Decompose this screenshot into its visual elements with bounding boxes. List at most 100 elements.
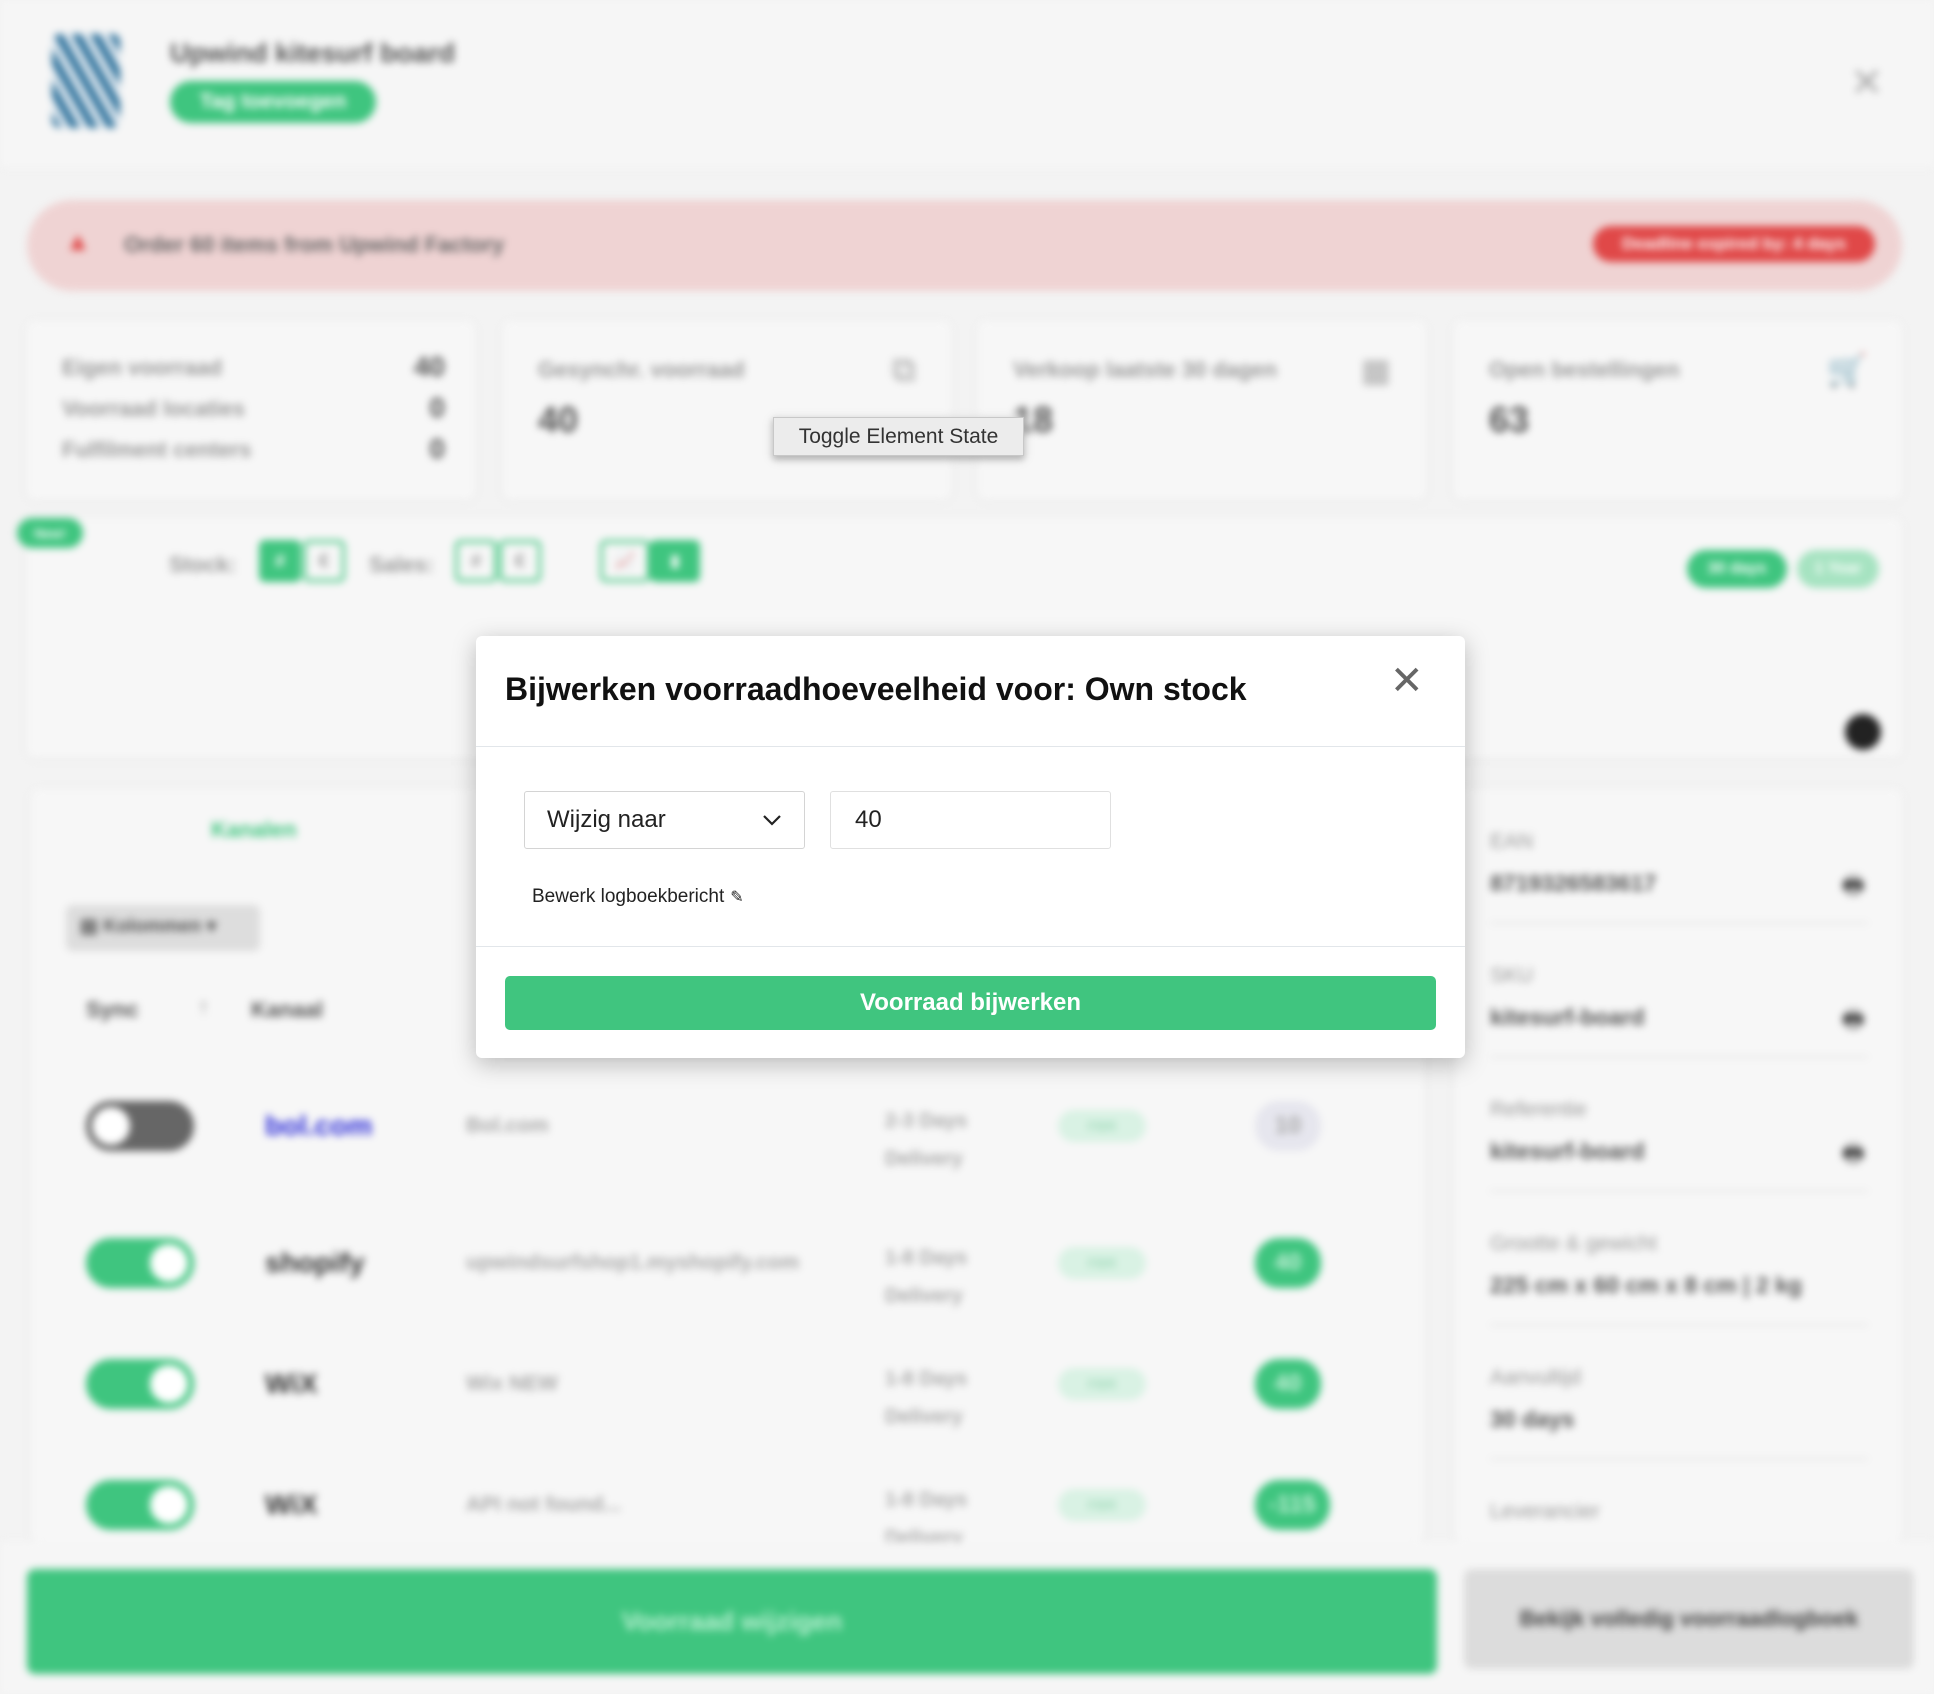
divider — [476, 946, 1465, 947]
tab-kanalen[interactable]: Kanalen — [211, 817, 297, 843]
stock-badge: -115 — [1255, 1480, 1330, 1530]
divider — [1490, 1458, 1868, 1460]
close-icon[interactable]: ✕ — [1390, 658, 1424, 704]
divider — [1490, 922, 1868, 924]
sales-card: Verkoop laatste 30 dagen ▦ 18 — [978, 321, 1426, 500]
calendar-icon: ▦ — [1360, 352, 1391, 388]
sales-count-toggle[interactable]: # — [455, 540, 497, 582]
stat-label: Fulfilment centers — [62, 437, 252, 462]
print-icon[interactable]: 🖶 — [1842, 868, 1865, 909]
channel-logo: bol.com — [265, 1110, 373, 1141]
product-image — [52, 34, 120, 128]
channel-logo: WiX — [265, 1489, 318, 1520]
sync-toggle[interactable] — [86, 1238, 194, 1288]
stat-value: 0 — [429, 433, 445, 464]
stat-label: Gesynchr. voorraad — [538, 357, 745, 382]
stock-badge: 40 — [1255, 1359, 1321, 1409]
chevron-down-icon — [763, 815, 781, 826]
update-stock-modal: Bijwerken voorraadhoeveelheid voor: Own … — [476, 636, 1465, 1058]
deadline-badge: Deadline expired by: 4 days — [1593, 226, 1875, 262]
product-header: Upwind kitesurf board Tag toevoegen ✕ — [0, 0, 1934, 167]
stock-label: Stock: — [169, 552, 237, 577]
edit-log-message-link[interactable]: Bewerk logboekbericht ✎ — [532, 886, 744, 908]
stat-label: Verkoop laatste 30 dagen — [1013, 357, 1278, 382]
update-stock-button[interactable]: Voorraad bijwerken — [505, 976, 1436, 1030]
detail-label: EAN — [1490, 830, 1534, 853]
stat-label: Voorraad locaties — [62, 396, 245, 421]
sales-label: Sales: — [369, 552, 434, 577]
sync-toggle[interactable] — [86, 1101, 194, 1151]
fbr-badge: FBR — [1058, 1368, 1146, 1400]
stock-value-toggle[interactable]: € — [303, 540, 345, 582]
fbr-badge: FBR — [1058, 1247, 1146, 1279]
detail-label: SKU — [1490, 964, 1534, 987]
mode-select[interactable]: Wijzig naar — [524, 791, 805, 849]
stock-log-button[interactable]: Bekijk volledig voorraadlogboek — [1464, 1569, 1914, 1669]
stat-value: 0 — [429, 392, 445, 423]
divider — [1490, 1190, 1868, 1192]
line-chart-toggle[interactable]: 📈 — [600, 540, 650, 582]
own-stock-card: Eigen voorraad 40 Voorraad locaties 0 Fu… — [27, 321, 475, 500]
detail-value: kitesurf-board — [1490, 1004, 1645, 1030]
expand-icon[interactable] — [1845, 714, 1881, 750]
columns-label: Kolommen — [103, 916, 202, 937]
synced-stock-card: Gesynchr. voorraad ⧉ 40 — [503, 321, 951, 500]
stock-count-toggle[interactable]: # — [259, 540, 301, 582]
range-1-year[interactable]: 1 Year — [1797, 550, 1879, 588]
stat-label: Open bestellingen — [1489, 357, 1680, 382]
detail-value: kitesurf-board — [1490, 1138, 1645, 1164]
detail-label: Grootte & gewicht — [1490, 1232, 1657, 1255]
channel-name: Bol.com — [466, 1114, 549, 1137]
detail-label: Aanvultijd — [1490, 1366, 1582, 1389]
close-icon[interactable]: ✕ — [1850, 60, 1884, 106]
stock-badge: 40 — [1255, 1238, 1321, 1288]
stock-badge: 10 — [1255, 1101, 1321, 1151]
mode-select-value: Wijzig naar — [547, 806, 666, 833]
divider — [1490, 1056, 1868, 1058]
divider — [1490, 1324, 1868, 1326]
stat-label: Eigen voorraad — [62, 355, 223, 380]
header-sync[interactable]: Sync — [86, 997, 139, 1023]
channel-logo: shopify — [265, 1247, 365, 1278]
fbr-badge: FBR — [1058, 1489, 1146, 1521]
stat-value: 63 — [1489, 399, 1530, 440]
sync-toggle[interactable] — [86, 1359, 194, 1409]
new-badge: New! — [17, 518, 83, 548]
sort-icon[interactable]: ↑ — [198, 994, 209, 1020]
header-kanaal[interactable]: Kanaal — [251, 997, 323, 1023]
stat-value: 40 — [538, 399, 579, 440]
sync-boxes-icon: ⧉ — [891, 351, 916, 389]
product-title: Upwind kitesurf board — [170, 38, 456, 68]
channel-logo: WiX — [265, 1368, 318, 1399]
channel-name: upwindsurfshop1.myshopify.com — [466, 1251, 800, 1274]
bar-chart-toggle[interactable]: ▮ — [650, 540, 700, 582]
delivery-label: 1-8 Days Delivery — [885, 1247, 968, 1307]
warning-icon: ▲ — [65, 226, 91, 256]
pencil-icon: ✎ — [730, 889, 744, 906]
detail-label: Leverancier — [1490, 1500, 1600, 1523]
add-tag-button[interactable]: Tag toevoegen — [170, 81, 376, 123]
columns-button[interactable]: ▤ Kolommen ▾ — [66, 905, 260, 951]
range-30-days[interactable]: 30 days — [1687, 550, 1787, 588]
detail-label: Referentie — [1490, 1098, 1587, 1121]
sales-value-toggle[interactable]: € — [499, 540, 541, 582]
channel-name: Wix NEW — [466, 1372, 558, 1395]
cart-icon: 🛒 — [1827, 352, 1867, 388]
fbr-badge: FBR — [1058, 1110, 1146, 1142]
open-orders-card: Open bestellingen 🛒 63 — [1454, 321, 1902, 500]
detail-value: 8719326583617 — [1490, 870, 1657, 896]
delivery-label: 2-3 Days Delivery — [885, 1110, 968, 1170]
detail-value: 30 days — [1490, 1406, 1575, 1432]
detail-value: 225 cm x 60 cm x 8 cm | 2 kg — [1490, 1272, 1803, 1298]
stat-value: 40 — [413, 351, 445, 382]
alert-banner: ▲ Order 60 items from Upwind Factory Dea… — [27, 200, 1902, 291]
quantity-input[interactable]: 40 — [830, 791, 1111, 849]
footer-bar: Voorraad wijzigen Bekijk volledig voorra… — [0, 1542, 1934, 1694]
print-icon[interactable]: 🖶 — [1842, 1136, 1865, 1177]
print-icon[interactable]: 🖶 — [1842, 1002, 1865, 1043]
toggle-state-tooltip: Toggle Element State — [773, 417, 1024, 456]
edit-log-label: Bewerk logboekbericht — [532, 886, 725, 907]
channel-name: API not found... — [466, 1493, 622, 1516]
change-stock-button[interactable]: Voorraad wijzigen — [27, 1569, 1437, 1674]
sync-toggle[interactable] — [86, 1480, 194, 1530]
